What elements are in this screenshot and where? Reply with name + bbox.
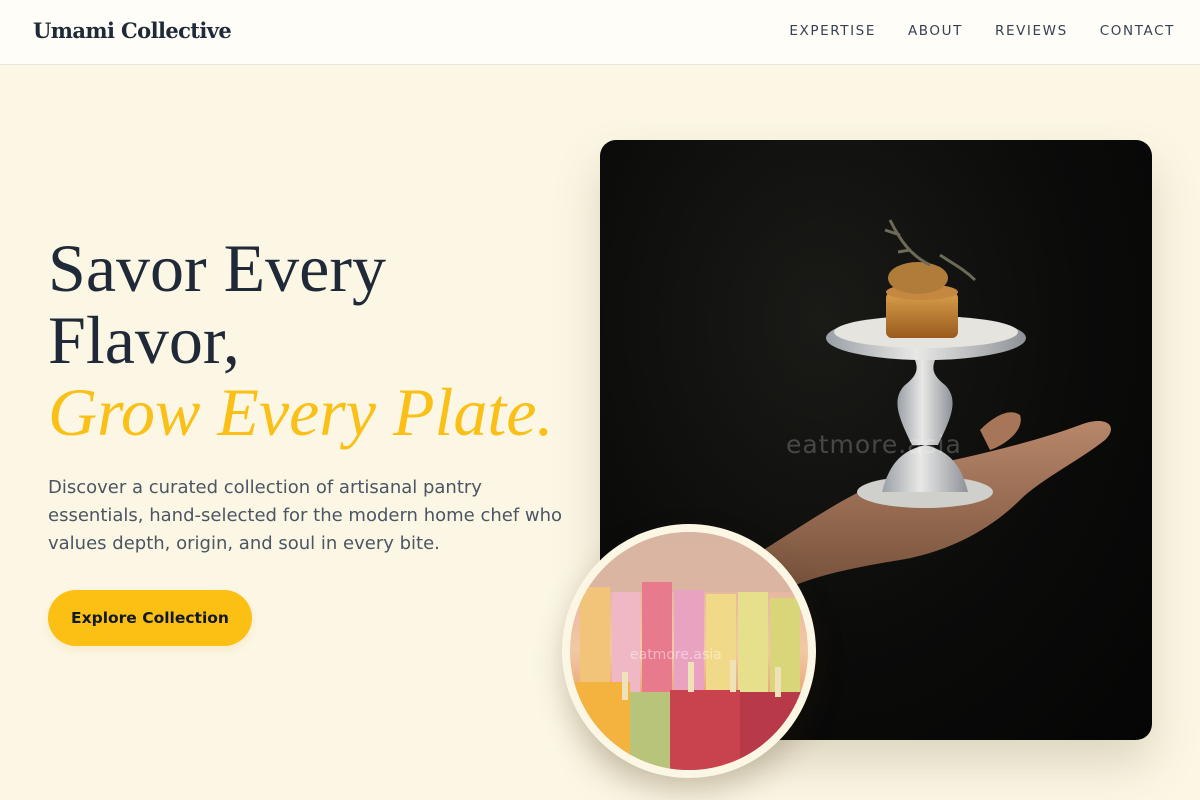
hero-title-line2: Flavor, bbox=[48, 302, 240, 378]
site-header: Umami Collective EXPERTISE ABOUT REVIEWS… bbox=[0, 0, 1200, 65]
nav-item-contact[interactable]: CONTACT bbox=[1100, 23, 1175, 39]
hero-description: Discover a curated collection of artisan… bbox=[48, 477, 563, 554]
hero-title-line1: Savor Every bbox=[48, 230, 387, 306]
inset-photo-popsicles: eatmore.asia bbox=[562, 524, 816, 778]
logo[interactable]: Umami Collective bbox=[33, 18, 232, 43]
nav-item-expertise[interactable]: EXPERTISE bbox=[789, 23, 876, 39]
nav-item-reviews[interactable]: REVIEWS bbox=[995, 23, 1068, 39]
hero-title-accent: Grow Every Plate. bbox=[48, 374, 554, 450]
hero-title: Savor Every Flavor, Grow Every Plate. bbox=[48, 232, 608, 448]
nav-item-about[interactable]: ABOUT bbox=[908, 23, 963, 39]
explore-collection-button[interactable]: Explore Collection bbox=[48, 590, 252, 646]
main-nav: EXPERTISE ABOUT REVIEWS CONTACT bbox=[789, 23, 1175, 39]
popsicles-graphic bbox=[570, 532, 808, 770]
popsicles-illustration: eatmore.asia bbox=[570, 532, 808, 770]
